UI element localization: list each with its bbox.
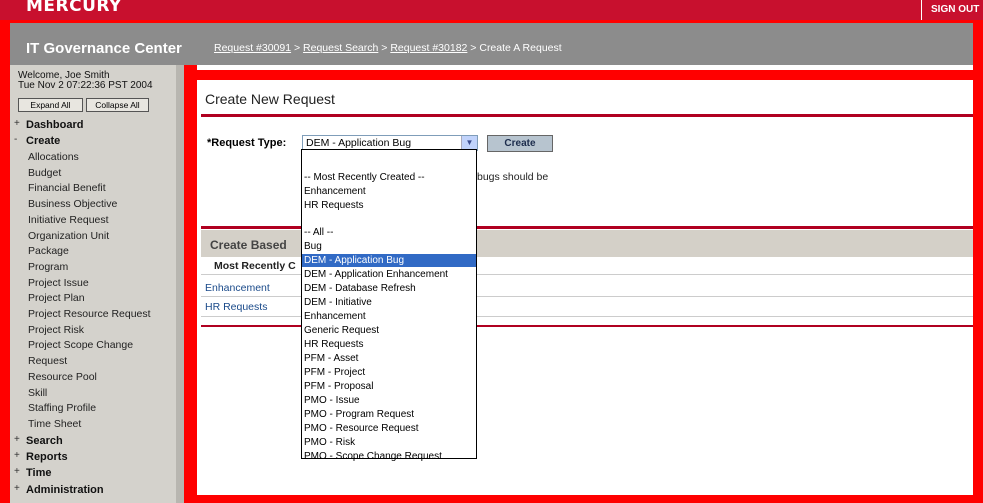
dropdown-option[interactable]: Enhancement xyxy=(302,185,476,198)
sidebar-item-project-resource-request[interactable]: Project Resource Request xyxy=(28,308,151,320)
sidebar-scrollbar[interactable] xyxy=(176,65,184,503)
breadcrumb-separator: > Create A Request xyxy=(467,42,562,54)
sidebar-item-time-sheet[interactable]: Time Sheet xyxy=(28,418,81,430)
page-title: Create New Request xyxy=(205,91,335,107)
nav-dashboard-label: Dashboard xyxy=(26,119,84,131)
sidebar: Welcome, Joe Smith Tue Nov 2 07:22:36 PS… xyxy=(10,65,176,503)
breadcrumb-link[interactable]: Request #30182 xyxy=(390,42,467,54)
sidebar-item-package[interactable]: Package xyxy=(28,245,69,257)
nav-reports-label: Reports xyxy=(26,451,68,463)
timestamp: Tue Nov 2 07:22:36 PST 2004 xyxy=(18,80,153,91)
dropdown-option[interactable]: PMO - Risk xyxy=(302,436,476,449)
brand-bar: MERCURY SIGN OUT xyxy=(0,0,983,20)
dropdown-option[interactable]: Enhancement xyxy=(302,310,476,323)
dropdown-option[interactable]: PMO - Issue xyxy=(302,394,476,407)
sidebar-item-budget[interactable]: Budget xyxy=(28,167,61,179)
nav-reports[interactable]: + Reports xyxy=(14,450,68,463)
sidebar-item-skill[interactable]: Skill xyxy=(28,387,47,399)
create-button[interactable]: Create xyxy=(487,135,553,152)
divider xyxy=(201,114,975,117)
sidebar-item-project-plan[interactable]: Project Plan xyxy=(28,292,85,304)
collapse-all-button[interactable]: Collapse All xyxy=(86,98,149,112)
dropdown-option[interactable]: -- All -- xyxy=(302,226,476,239)
nav-search-label: Search xyxy=(26,435,63,447)
breadcrumb: Request #30091 > Request Search > Reques… xyxy=(214,42,562,54)
breadcrumb-link[interactable]: Request Search xyxy=(303,42,378,54)
request-type-value: DEM - Application Bug xyxy=(306,137,412,149)
highlight-frame xyxy=(0,20,10,503)
highlight-frame xyxy=(184,70,983,80)
sidebar-item-allocations[interactable]: Allocations xyxy=(28,151,79,163)
expand-icon[interactable]: + xyxy=(14,434,20,445)
dropdown-option[interactable]: PFM - Asset xyxy=(302,352,476,365)
sidebar-item-project-scope-change[interactable]: Project Scope Change xyxy=(28,339,133,351)
recent-link-hr-requests[interactable]: HR Requests xyxy=(205,301,267,313)
nav-dashboard[interactable]: + Dashboard xyxy=(14,118,84,131)
highlight-frame xyxy=(973,20,983,503)
dropdown-option[interactable]: HR Requests xyxy=(302,338,476,351)
dropdown-option[interactable]: Bug xyxy=(302,240,476,253)
sidebar-item-project-risk[interactable]: Project Risk xyxy=(28,324,84,336)
sidebar-item-staffing-profile[interactable]: Staffing Profile xyxy=(28,402,96,414)
highlight-frame xyxy=(0,20,983,23)
request-type-label: *Request Type: xyxy=(207,137,287,149)
dropdown-option[interactable]: DEM - Database Refresh xyxy=(302,282,476,295)
sidebar-item-business-objective[interactable]: Business Objective xyxy=(28,198,117,210)
dropdown-option[interactable]: DEM - Initiative xyxy=(302,296,476,309)
dropdown-spacer xyxy=(302,213,476,226)
dropdown-option[interactable]: HR Requests xyxy=(302,199,476,212)
app-title: IT Governance Center xyxy=(26,40,182,57)
breadcrumb-separator: > xyxy=(291,42,304,54)
expand-icon[interactable]: + xyxy=(14,450,20,461)
expand-all-button[interactable]: Expand All xyxy=(18,98,83,112)
expand-icon[interactable]: + xyxy=(14,118,20,129)
dropdown-option[interactable]: PFM - Proposal xyxy=(302,380,476,393)
dropdown-option[interactable]: Generic Request xyxy=(302,324,476,337)
nav-time[interactable]: + Time xyxy=(14,466,52,479)
dropdown-option[interactable]: -- Most Recently Created -- xyxy=(302,171,476,184)
breadcrumb-link[interactable]: Request #30091 xyxy=(214,42,291,54)
recent-link-enhancement[interactable]: Enhancement xyxy=(205,282,270,294)
mercury-logo: MERCURY xyxy=(26,0,122,16)
dropdown-option[interactable]: DEM - Application Enhancement xyxy=(302,268,476,281)
sidebar-item-program[interactable]: Program xyxy=(28,261,68,273)
sidebar-item-organization-unit[interactable]: Organization Unit xyxy=(28,230,109,242)
nav-create[interactable]: - Create xyxy=(14,134,61,147)
sidebar-item-project-issue[interactable]: Project Issue xyxy=(28,277,89,289)
collapse-icon[interactable]: - xyxy=(14,134,17,145)
highlight-frame xyxy=(184,65,197,503)
dropdown-option[interactable]: DEM - Application Bug xyxy=(302,254,476,267)
sidebar-item-financial-benefit[interactable]: Financial Benefit xyxy=(28,182,106,194)
nav-search[interactable]: + Search xyxy=(14,434,63,447)
dropdown-option[interactable]: PMO - Program Request xyxy=(302,408,476,421)
title-bar: IT Governance Center Request #30091 > Re… xyxy=(0,20,983,65)
expand-icon[interactable]: + xyxy=(14,466,20,477)
sidebar-item-request[interactable]: Request xyxy=(28,355,67,367)
breadcrumb-separator: > xyxy=(378,42,391,54)
nav-administration[interactable]: + Administration xyxy=(14,483,104,496)
highlight-frame xyxy=(184,495,983,503)
nav-administration-label: Administration xyxy=(26,484,104,496)
section-title: Create Based xyxy=(210,238,287,252)
dropdown-option[interactable]: PFM - Project xyxy=(302,366,476,379)
request-type-dropdown-list[interactable]: -- Most Recently Created -- Enhancement HR… xyxy=(301,149,477,462)
chevron-down-icon[interactable]: ▼ xyxy=(461,136,477,150)
help-text: bugs should be xyxy=(477,171,549,183)
expand-icon[interactable]: + xyxy=(14,483,20,494)
recent-column-header: Most Recently C xyxy=(214,260,296,272)
sidebar-item-resource-pool[interactable]: Resource Pool xyxy=(28,371,97,383)
nav-create-label: Create xyxy=(26,135,61,147)
sign-out-link[interactable]: SIGN OUT xyxy=(921,0,983,20)
sidebar-item-initiative-request[interactable]: Initiative Request xyxy=(28,214,109,226)
nav-time-label: Time xyxy=(26,467,52,479)
dropdown-option[interactable]: PMO - Resource Request xyxy=(302,422,476,435)
dropdown-option[interactable]: PMO - Scope Change Request xyxy=(302,450,476,463)
